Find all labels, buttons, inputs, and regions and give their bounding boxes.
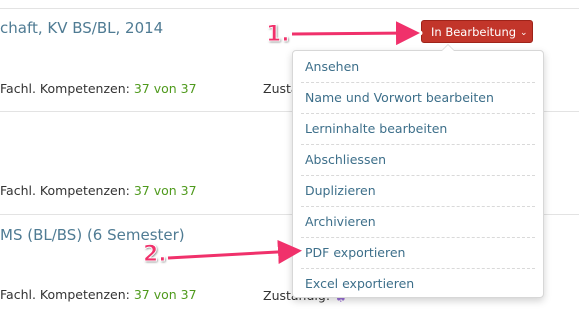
annotation-step-1: 1. [266,22,291,48]
chevron-down-icon: ⌄ [520,28,528,38]
competencies-label: Fachl. Kompetenzen: [0,183,130,198]
competencies-summary: Fachl. Kompetenzen: 37 von 37 [0,287,197,302]
menu-item-complete[interactable]: Abschliessen [301,145,535,176]
menu-item-duplicate[interactable]: Duplizieren [301,176,535,207]
menu-item-ansehen[interactable]: Ansehen [301,52,535,83]
course-title[interactable]: chaft, KV BS/BL, 2014 [0,19,163,37]
menu-item-edit-learning-content[interactable]: Lerninhalte bearbeiten [301,114,535,145]
course-list-page: chaft, KV BS/BL, 2014 Fachl. Kompetenzen… [0,0,579,318]
arrow-step2 [167,240,302,264]
row-divider [0,8,579,9]
menu-item-export-excel[interactable]: Excel exportieren [301,269,535,299]
competencies-value: 37 von 37 [133,81,197,96]
competencies-summary: Fachl. Kompetenzen: 37 von 37 [0,81,197,96]
arrow-outline [165,248,305,261]
competencies-summary: Fachl. Kompetenzen: 37 von 37 [0,183,197,198]
annotation-step-2: 2. [143,242,168,268]
status-actions-menu: Ansehen Name und Vorwort bearbeiten Lern… [292,44,544,299]
competencies-value: 37 von 37 [133,287,197,302]
menu-item-export-pdf[interactable]: PDF exportieren [301,238,535,269]
status-label: In Bearbeitung [431,25,517,39]
competencies-label: Fachl. Kompetenzen: [0,81,130,96]
competencies-label: Fachl. Kompetenzen: [0,287,130,302]
menu-item-archive[interactable]: Archivieren [301,207,535,238]
status-dropdown-button[interactable]: In Bearbeitung ⌄ [421,20,533,43]
competencies-value: 37 von 37 [133,183,197,198]
arrow-step1 [291,21,420,46]
arrow-outline [289,30,423,37]
menu-item-edit-name-foreword[interactable]: Name und Vorwort bearbeiten [301,83,535,114]
